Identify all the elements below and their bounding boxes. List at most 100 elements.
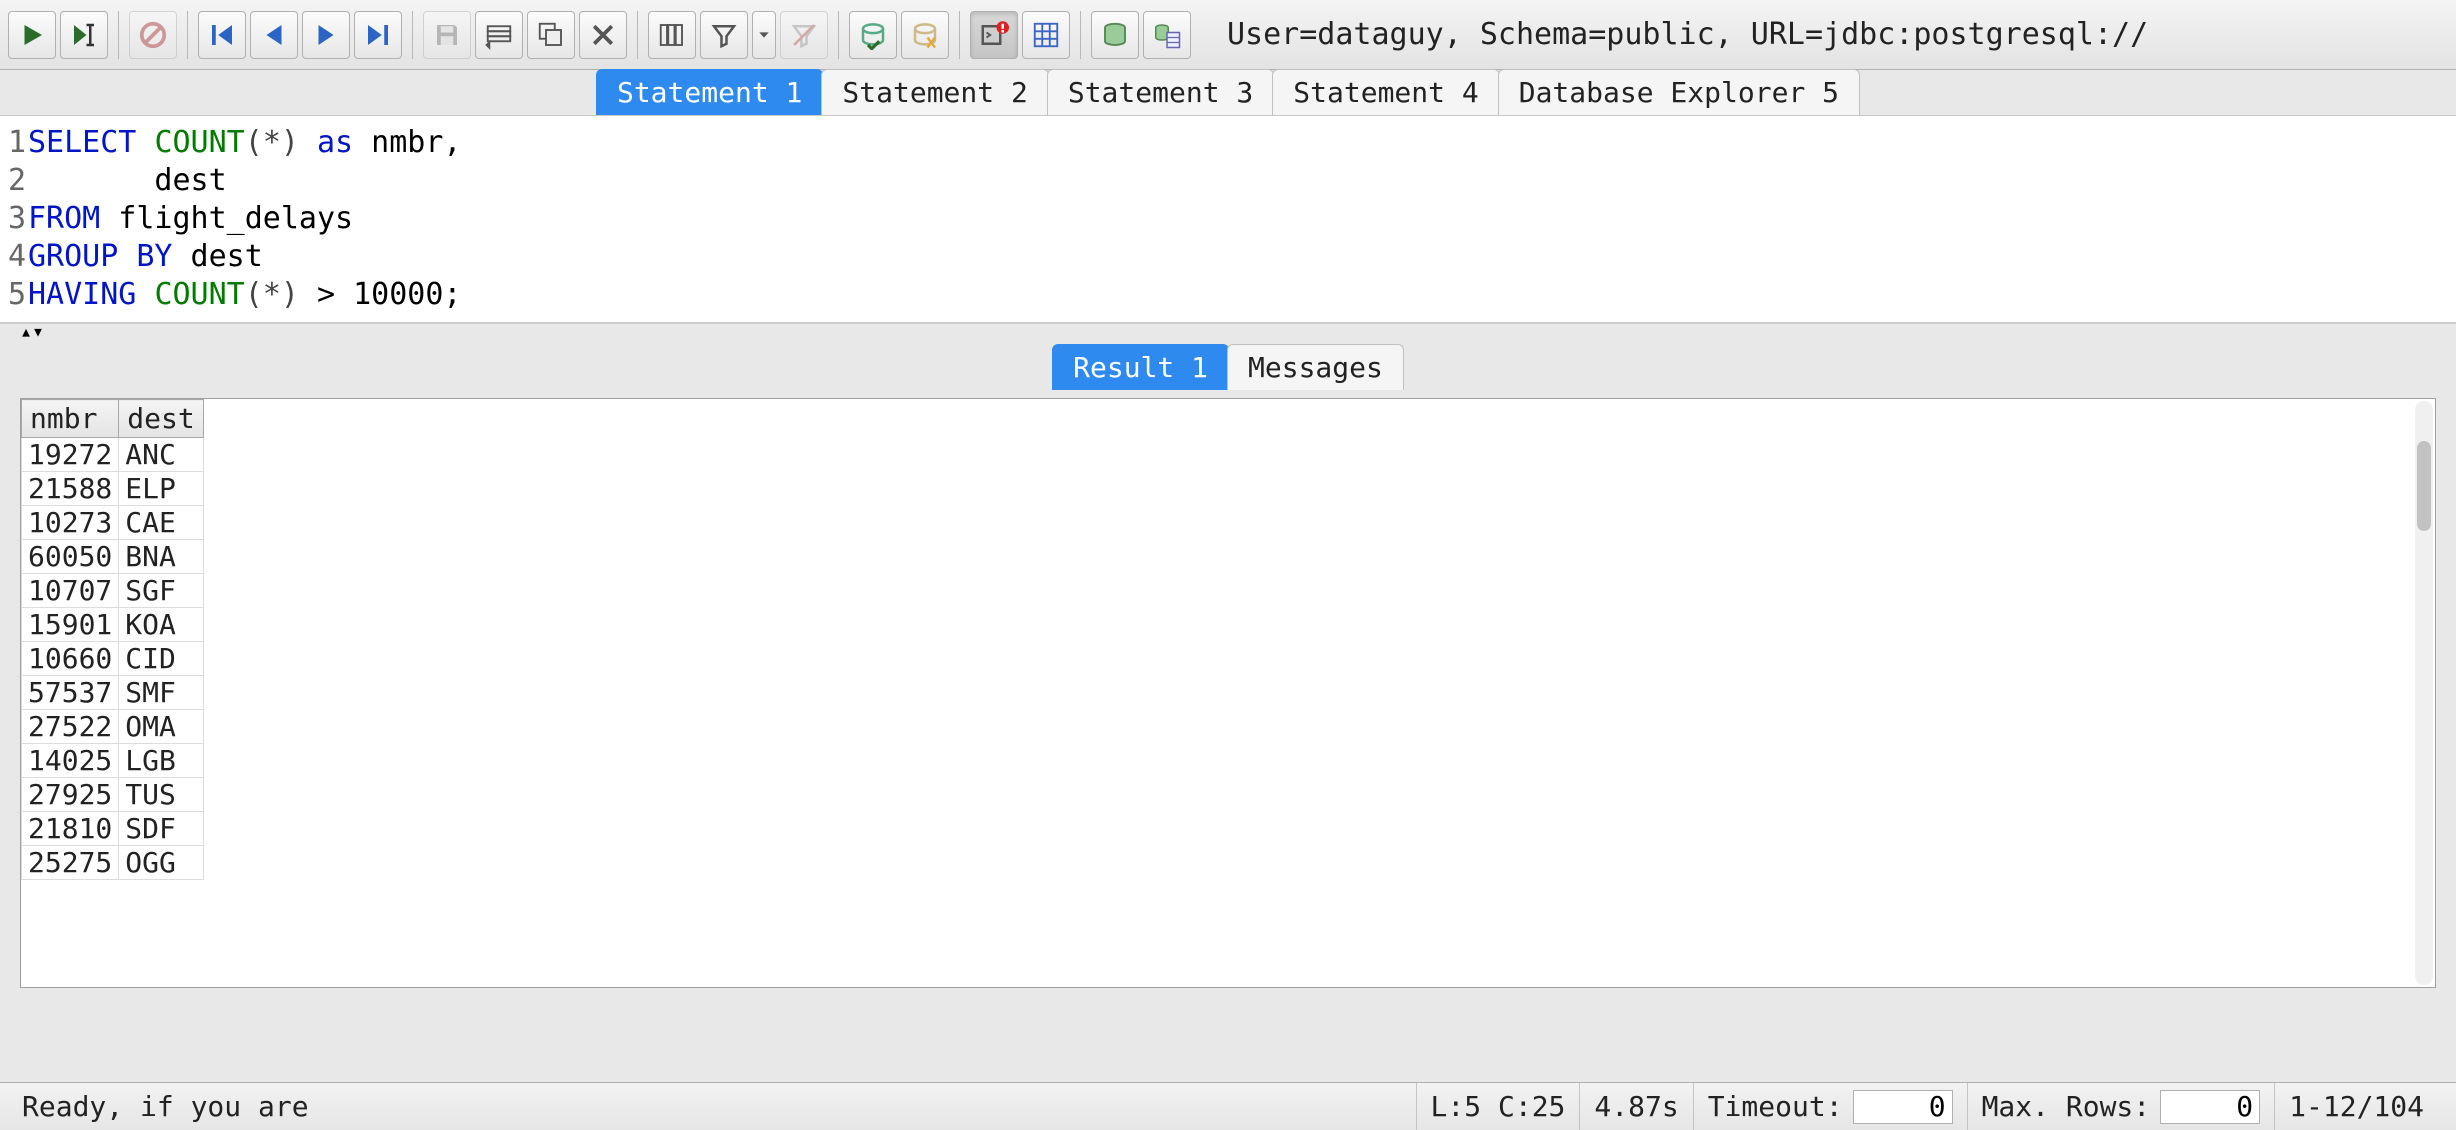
filter-group [648,11,839,59]
table-row[interactable]: 10660CID [22,642,204,676]
table-cell[interactable]: 10273 [22,506,119,540]
next-button[interactable] [302,11,350,59]
table-row[interactable]: 21810SDF [22,812,204,846]
db-list-button[interactable] [1143,11,1191,59]
line-number: 5 [0,276,28,314]
misc-group [970,11,1081,59]
first-button[interactable] [198,11,246,59]
sql-editor[interactable]: 1SELECT COUNT(*) as nmbr,2 dest3FROM fli… [0,116,2456,324]
copy-row-button[interactable] [527,11,575,59]
table-cell[interactable]: SDF [119,812,203,846]
commit-button[interactable] [849,11,897,59]
column-header[interactable]: dest [119,400,203,438]
status-bar: Ready, if you are L:5 C:25 4.87s Timeout… [0,1082,2456,1130]
table-cell[interactable]: LGB [119,744,203,778]
table-cell[interactable]: CAE [119,506,203,540]
sql-line-content[interactable]: FROM flight_delays [28,200,2456,238]
table-cell[interactable]: SGF [119,574,203,608]
table-row[interactable]: 57537SMF [22,676,204,710]
table-row[interactable]: 27522OMA [22,710,204,744]
table-cell[interactable]: 21588 [22,472,119,506]
db-objects-button[interactable] [1091,11,1139,59]
tab-statement-4[interactable]: Statement 4 [1272,69,1499,115]
table-cell[interactable]: 60050 [22,540,119,574]
editor-results-splitter[interactable]: ▴▾ [0,324,2456,344]
sql-line-content[interactable]: HAVING COUNT(*) > 10000; [28,276,2456,314]
rollback-button[interactable] [901,11,949,59]
delete-row-button[interactable] [579,11,627,59]
table-cell[interactable]: 10707 [22,574,119,608]
result-tabbar: Result 1Messages [0,344,2456,390]
table-cell[interactable]: 21810 [22,812,119,846]
table-row[interactable]: 15901KOA [22,608,204,642]
column-header[interactable]: nmbr [22,400,119,438]
table-cell[interactable]: KOA [119,608,203,642]
table-row[interactable]: 25275OGG [22,846,204,880]
table-cell[interactable]: 15901 [22,608,119,642]
status-cursor: L:5 C:25 [1416,1083,1580,1130]
run-to-cursor-button[interactable] [60,11,108,59]
table-cell[interactable]: 19272 [22,438,119,472]
filter-button[interactable] [700,11,748,59]
main-toolbar: User=dataguy, Schema=public, URL=jdbc:po… [0,0,2456,70]
table-cell[interactable]: OMA [119,710,203,744]
table-row[interactable]: 60050BNA [22,540,204,574]
maxrows-input[interactable] [2160,1090,2260,1124]
table-cell[interactable]: ANC [119,438,203,472]
table-cell[interactable]: 27925 [22,778,119,812]
status-message: Ready, if you are [18,1083,1416,1130]
tab-result-1[interactable]: Messages [1227,344,1404,390]
table-row[interactable]: 10707SGF [22,574,204,608]
tab-statement-2[interactable]: Statement 2 [821,69,1048,115]
line-number: 1 [0,124,28,162]
table-cell[interactable]: SMF [119,676,203,710]
insert-row-button[interactable] [475,11,523,59]
results-panel: nmbrdest 19272ANC21588ELP10273CAE60050BN… [20,398,2436,988]
line-number: 3 [0,200,28,238]
grid-display-button[interactable] [1022,11,1070,59]
results-scrollbar[interactable] [2415,401,2433,985]
exec-group [8,11,119,59]
table-row[interactable]: 14025LGB [22,744,204,778]
table-row[interactable]: 21588ELP [22,472,204,506]
tab-statement-1[interactable]: Statement 1 [596,69,823,115]
sql-line-content[interactable]: SELECT COUNT(*) as nmbr, [28,124,2456,162]
table-cell[interactable]: 25275 [22,846,119,880]
table-row[interactable]: 19272ANC [22,438,204,472]
table-row[interactable]: 27925TUS [22,778,204,812]
timeout-input[interactable] [1853,1090,1953,1124]
results-table[interactable]: nmbrdest 19272ANC21588ELP10273CAE60050BN… [21,399,204,880]
commit-group [849,11,960,59]
status-timeout: Timeout: [1693,1083,1967,1130]
console-alert-button[interactable] [970,11,1018,59]
table-cell[interactable]: TUS [119,778,203,812]
status-row-range: 1-12/104 [2274,1083,2438,1130]
prev-button[interactable] [250,11,298,59]
tab-result-0[interactable]: Result 1 [1052,344,1229,390]
scrollbar-thumb[interactable] [2417,441,2431,531]
filter-dropdown-button[interactable] [752,11,776,59]
table-cell[interactable]: ELP [119,472,203,506]
table-row[interactable]: 10273CAE [22,506,204,540]
select-columns-button[interactable] [648,11,696,59]
table-cell[interactable]: 27522 [22,710,119,744]
table-cell[interactable]: 10660 [22,642,119,676]
tab-statement-5[interactable]: Database Explorer 5 [1498,69,1860,115]
tab-statement-3[interactable]: Statement 3 [1047,69,1274,115]
clear-filter-button[interactable] [780,11,828,59]
run-button[interactable] [8,11,56,59]
last-button[interactable] [354,11,402,59]
save-button[interactable] [423,11,471,59]
table-cell[interactable]: BNA [119,540,203,574]
maxrows-label: Max. Rows: [1982,1090,2151,1123]
table-cell[interactable]: CID [119,642,203,676]
timeout-label: Timeout: [1708,1090,1843,1123]
table-cell[interactable]: 57537 [22,676,119,710]
nav-group [198,11,413,59]
connection-info: User=dataguy, Schema=public, URL=jdbc:po… [1211,17,2148,52]
table-cell[interactable]: 14025 [22,744,119,778]
sql-line-content[interactable]: GROUP BY dest [28,238,2456,276]
table-cell[interactable]: OGG [119,846,203,880]
cancel-button[interactable] [129,11,177,59]
sql-line-content[interactable]: dest [28,162,2456,200]
